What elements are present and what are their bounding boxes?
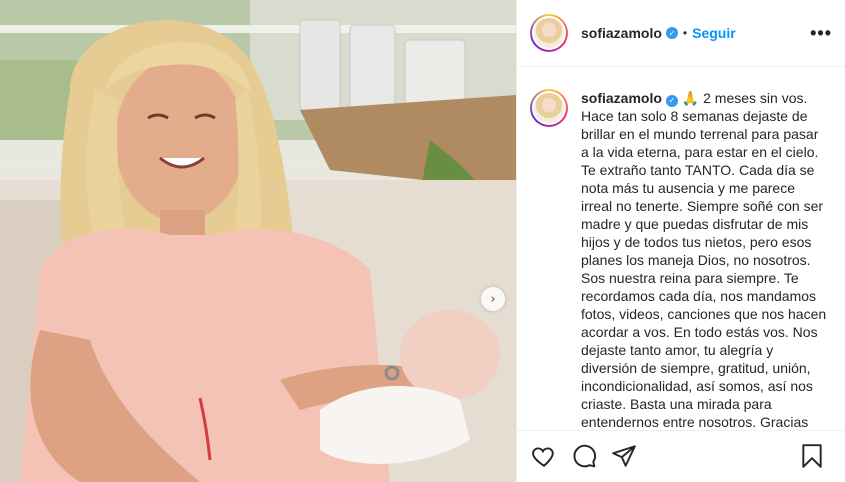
chevron-right-icon: › [490,291,496,307]
caption-author-username[interactable]: sofiazamolo [581,90,662,106]
share-icon[interactable] [611,443,637,469]
author-avatar[interactable] [530,14,568,52]
follow-button[interactable]: Seguir [692,25,736,41]
pray-emoji: 🙏 [681,90,700,106]
caption: sofiazamolo ✓ 🙏 2 meses sin vos. Hace tan… [581,89,829,430]
post-header: sofiazamolo ✓ • Seguir ••• [517,0,845,67]
separator-dot: • [682,26,688,40]
like-heart-icon[interactable] [531,443,557,469]
author-username[interactable]: sofiazamolo [581,25,662,41]
save-bookmark-icon[interactable] [799,443,825,469]
post-photo[interactable]: › [0,0,516,482]
caption-text: 2 meses sin vos. Hace tan solo 8 semanas… [581,90,827,430]
carousel-next-button[interactable]: › [481,287,505,311]
more-options-icon[interactable]: ••• [810,24,832,42]
verified-badge-icon: ✓ [665,27,678,39]
caption-container: sofiazamolo ✓ 🙏 2 meses sin vos. Hace tan… [517,68,845,430]
likes-summary-peek: ... ... ... ... [567,474,626,482]
caption-author-avatar[interactable] [530,89,568,127]
post-side-panel: sofiazamolo ✓ • Seguir ••• sofiazamolo ✓ … [516,0,845,482]
caption-verified-badge-icon: ✓ [665,95,678,107]
comment-icon[interactable] [571,443,597,469]
photo-illustration [0,0,516,482]
